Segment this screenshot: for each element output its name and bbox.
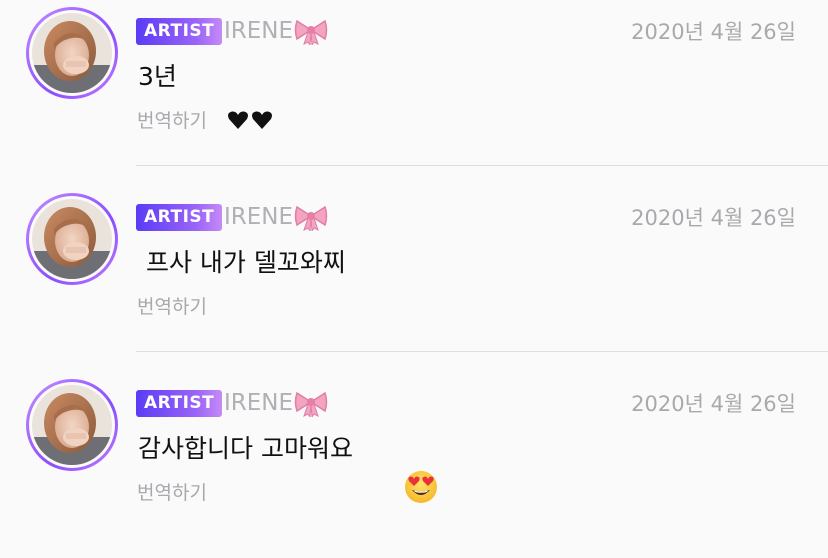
heart-eyes-emoji-icon — [355, 431, 437, 503]
author-name[interactable]: IRENE — [224, 387, 328, 419]
avatar[interactable] — [26, 7, 118, 99]
bow-icon — [294, 17, 328, 47]
comment-date: 2020년 4월 26일 — [631, 206, 796, 230]
comment-text-content: 프사 내가 델꼬와찌 — [138, 248, 346, 277]
black-heart-icon — [203, 66, 272, 129]
comment-date: 2020년 4월 26일 — [631, 20, 796, 44]
author-name-text: IRENE — [224, 390, 294, 416]
author-name-text: IRENE — [224, 18, 294, 44]
artist-badge: ARTIST — [136, 390, 223, 417]
comment-text-content: 감사합니다 고마워요 — [138, 434, 353, 463]
avatar[interactable] — [26, 379, 118, 471]
bow-icon — [294, 203, 328, 233]
translate-button[interactable]: 번역하기 — [137, 108, 207, 134]
author-name-text: IRENE — [224, 204, 294, 230]
comment-date: 2020년 4월 26일 — [631, 392, 796, 416]
comment-text: 3년 — [138, 58, 272, 129]
bow-icon — [294, 389, 328, 419]
comment-item: ARTIST IRENE 2020년 4월 26일 감사합니다 고마워요 번역하… — [0, 372, 828, 558]
avatar[interactable] — [26, 193, 118, 285]
comment-item: ARTIST IRENE 2020년 4월 26일 프사 내가 델꼬와찌 번역하… — [0, 186, 828, 372]
comment-text: 프사 내가 델꼬와찌 — [138, 244, 346, 282]
comment-text: 감사합니다 고마워요 — [138, 430, 437, 503]
comment-text-content: 3년 — [138, 62, 177, 91]
black-heart-icon — [179, 66, 248, 129]
comment-item: ARTIST IRENE 2020년 4월 26일 3년 번역하기 — [0, 0, 828, 186]
profile-photo-icon — [32, 199, 112, 279]
divider — [136, 351, 828, 352]
author-name[interactable]: IRENE — [224, 201, 328, 233]
artist-badge: ARTIST — [136, 204, 223, 231]
profile-photo-icon — [32, 13, 112, 93]
divider — [136, 165, 828, 166]
artist-badge: ARTIST — [136, 18, 223, 45]
profile-photo-icon — [32, 385, 112, 465]
translate-button[interactable]: 번역하기 — [137, 480, 207, 506]
author-name[interactable]: IRENE — [224, 15, 328, 47]
translate-button[interactable]: 번역하기 — [137, 294, 207, 320]
